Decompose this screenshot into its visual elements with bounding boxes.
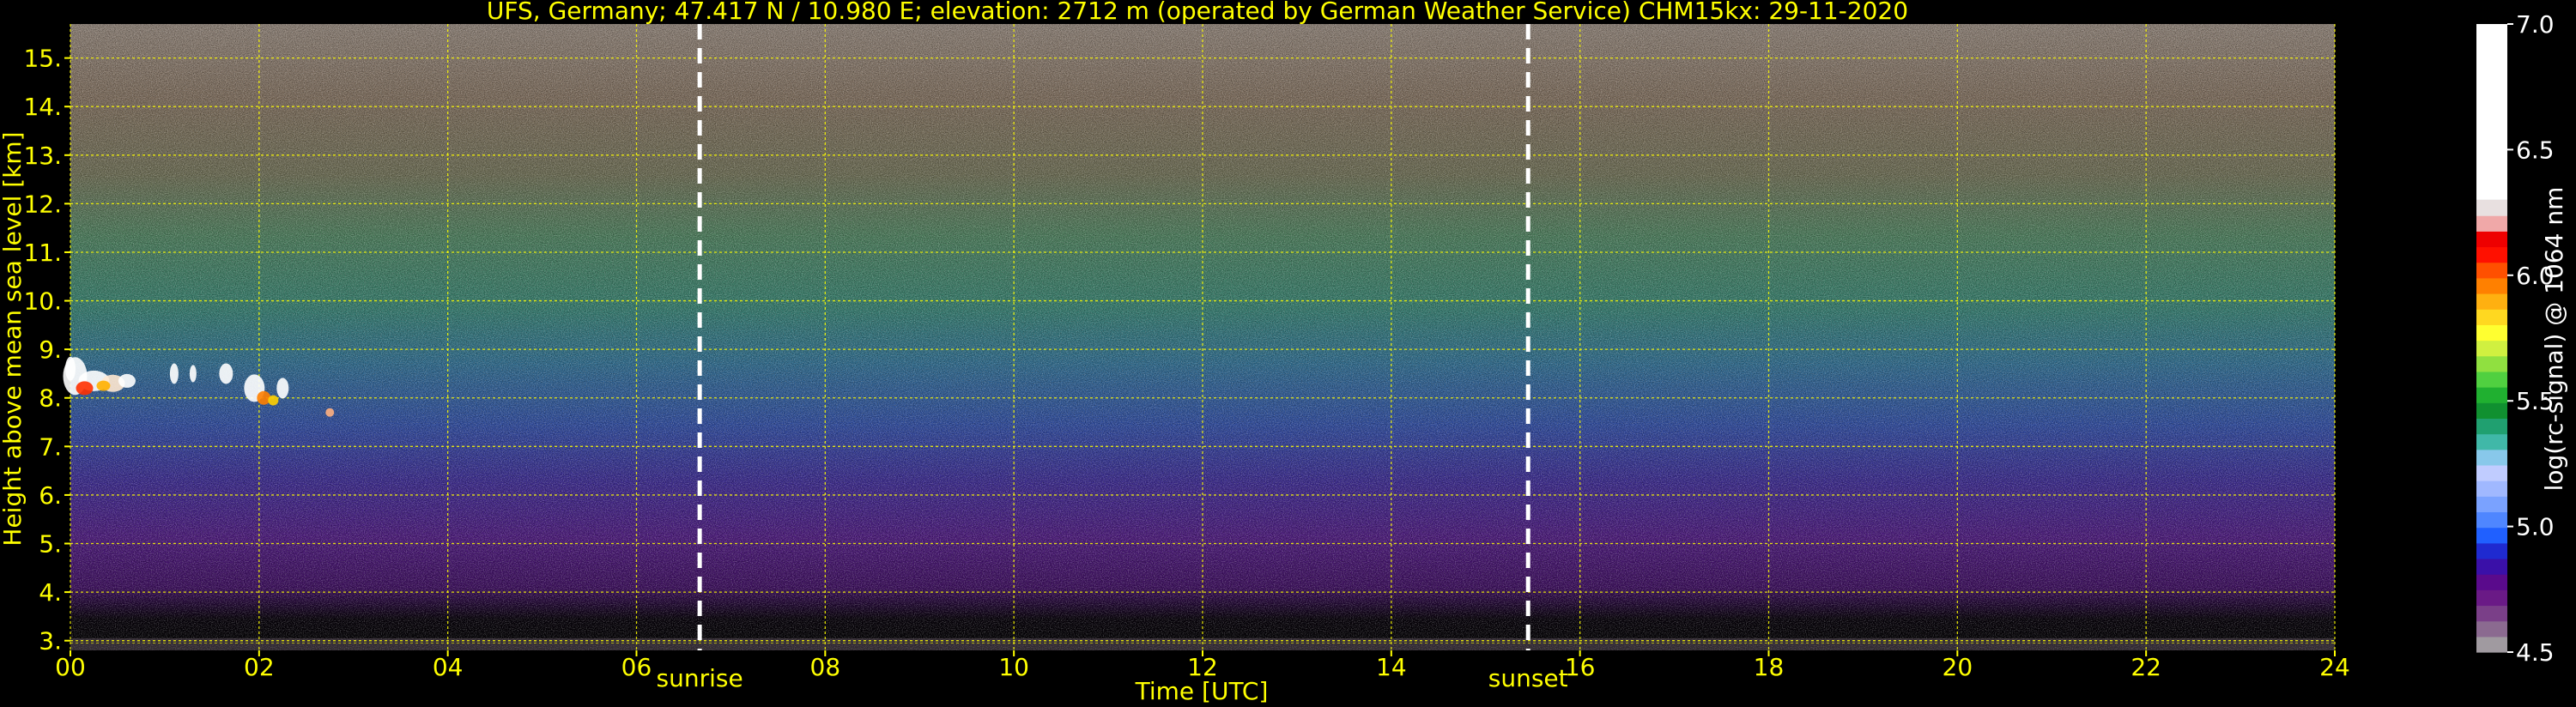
- colorbar-swatch: [2476, 371, 2507, 388]
- colorbar-swatch: [2476, 433, 2507, 450]
- colorbar: [2476, 24, 2507, 653]
- colorbar-swatch: [2476, 340, 2507, 357]
- y-tick-label: 6.: [39, 481, 62, 510]
- colorbar-swatch: [2476, 511, 2507, 529]
- colorbar-swatch: [2476, 464, 2507, 481]
- colorbar-swatch: [2476, 387, 2507, 403]
- colorbar-swatch: [2476, 620, 2507, 638]
- y-tick-label: 7.: [39, 432, 62, 461]
- chart-title: UFS, Germany; 47.417 N / 10.980 E; eleva…: [487, 0, 1908, 25]
- y-tick-label: 3.: [39, 627, 62, 656]
- colorbar-swatch: [2476, 636, 2507, 653]
- x-tick-label: 22: [2131, 653, 2161, 681]
- y-axis-label: Height above mean sea level [km]: [0, 131, 27, 546]
- sunset-label: sunset: [1488, 664, 1568, 692]
- colorbar-swatch: [2476, 199, 2507, 216]
- x-tick-label: 14: [1376, 653, 1407, 681]
- colorbar-swatch: [2476, 527, 2507, 544]
- y-tick-label: 5.: [39, 530, 62, 559]
- colorbar-swatch: [2476, 605, 2507, 622]
- cloud-blob: [76, 381, 94, 396]
- y-tick-label: 13.: [23, 142, 62, 170]
- cloud-blob: [257, 390, 271, 405]
- y-axis-ticks: 3. 4. 5. 6. 7. 8. 9. 10. 11. 12. 13. 14. 15.: [23, 45, 70, 656]
- colorbar-swatch: [2476, 418, 2507, 435]
- colorbar-tick-label: 6.5: [2516, 136, 2555, 164]
- colorbar-swatch: [2476, 355, 2507, 372]
- y-tick-label: 15.: [23, 45, 62, 73]
- x-tick-label: 10: [998, 653, 1029, 681]
- colorbar-swatch: [2476, 542, 2507, 559]
- cloud-blob: [189, 365, 197, 383]
- sunrise-label: sunrise: [657, 664, 743, 692]
- y-tick-label: 9.: [39, 335, 62, 364]
- colorbar-swatch: [2476, 215, 2507, 232]
- y-tick-label: 10.: [23, 287, 62, 316]
- cloud-blob: [169, 363, 179, 384]
- cloud-blob: [219, 363, 233, 384]
- x-tick-label: 04: [433, 653, 464, 681]
- colorbar-swatch: [2476, 402, 2507, 419]
- colorbar-swatch: [2476, 262, 2507, 279]
- colorbar-swatch: [2476, 246, 2507, 263]
- colorbar-swatch: [2476, 24, 2507, 200]
- y-tick-label: 4.: [39, 578, 62, 607]
- colorbar-swatch: [2476, 324, 2507, 341]
- y-tick-label: 12.: [23, 190, 62, 218]
- colorbar-swatch: [2476, 277, 2507, 294]
- y-tick-label: 11.: [23, 239, 62, 267]
- colorbar-swatch: [2476, 496, 2507, 513]
- colorbar-swatch: [2476, 293, 2507, 310]
- colorbar-swatch: [2476, 574, 2507, 590]
- cloud-blob: [276, 378, 289, 399]
- x-tick-label: 20: [1943, 653, 1973, 681]
- x-tick-label: 18: [1754, 653, 1785, 681]
- y-tick-label: 8.: [39, 384, 62, 413]
- colorbar-swatch: [2476, 231, 2507, 248]
- x-tick-label: 24: [2319, 653, 2350, 681]
- colorbar-tick-label: 7.0: [2516, 10, 2555, 39]
- colorbar-tick-label: 4.5: [2516, 638, 2555, 667]
- colorbar-swatch: [2476, 480, 2507, 497]
- colorbar-tick-label: 5.0: [2516, 513, 2555, 541]
- x-tick-label: 16: [1565, 653, 1596, 681]
- lidar-chart: sunrise sunset 00 02 04 06 08 10 12 14 16 18 20 22 24…: [0, 0, 2568, 705]
- x-tick-label: 02: [244, 653, 275, 681]
- colorbar-swatch: [2476, 309, 2507, 325]
- x-tick-label: 06: [621, 653, 652, 681]
- cloud-blob: [96, 380, 111, 391]
- cloud-blob: [325, 408, 335, 417]
- colorbar-swatch: [2476, 558, 2507, 575]
- y-tick-label: 14.: [23, 93, 62, 121]
- x-tick-label: 08: [810, 653, 841, 681]
- colorbar-swatch: [2476, 589, 2507, 607]
- cloud-blob: [268, 395, 279, 406]
- cloud-blob: [118, 373, 136, 388]
- cloud-blob: [65, 356, 76, 381]
- x-tick-label: 00: [55, 653, 86, 681]
- colorbar-label: log(rc-signal) @ 1064 nm: [2540, 187, 2568, 492]
- x-axis-label: Time [UTC]: [1135, 677, 1269, 705]
- colorbar-swatch: [2476, 449, 2507, 466]
